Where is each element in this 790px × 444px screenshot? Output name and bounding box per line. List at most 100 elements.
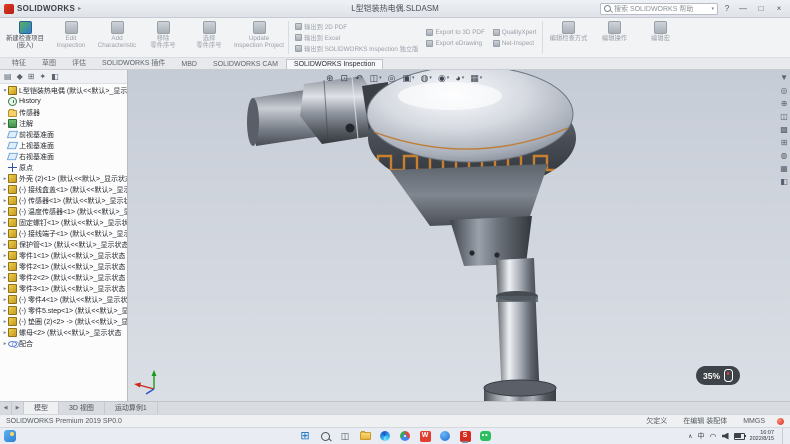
ribbon-button[interactable]: 移除 零件序号: [140, 19, 186, 56]
maximize-button[interactable]: □: [754, 4, 768, 13]
view-orientation-icon[interactable]: ▣ ▾: [403, 73, 415, 83]
section-view-icon[interactable]: ◫ ▾: [370, 73, 382, 83]
status-unit-system[interactable]: MMGS: [743, 418, 765, 425]
thermocouple-3d-model[interactable]: [128, 70, 789, 401]
measure-icon[interactable]: ▩: [780, 125, 788, 134]
tree-item[interactable]: ▸ 注解: [2, 118, 127, 129]
network-icon[interactable]: ◠: [710, 433, 717, 440]
scene-icon[interactable]: ▦ ▾: [470, 73, 482, 83]
graphics-viewport[interactable]: ⊕ ⊡ ↶ ◫ ▾ ◎ ▣: [128, 70, 790, 401]
scene-settings-icon[interactable]: ▦: [780, 164, 788, 173]
ime-indicator[interactable]: 中: [698, 431, 705, 441]
ribbon-button[interactable]: 编辑检查方式: [545, 19, 591, 56]
display-style-icon[interactable]: ◍ ▾: [421, 73, 432, 83]
ribbon-small-button[interactable]: 输出到 SOLIDWORKS Inspection 独立版: [295, 44, 418, 54]
dimxpert-tab-icon[interactable]: ✦: [39, 72, 46, 82]
show-desktop-button[interactable]: [782, 428, 786, 444]
qq-icon[interactable]: [438, 429, 452, 443]
displaymanager-tab-icon[interactable]: ◧: [51, 72, 59, 82]
search-icon[interactable]: [318, 429, 332, 443]
wechat-icon[interactable]: [478, 429, 492, 443]
ribbon-tab[interactable]: 草图: [34, 56, 64, 69]
minimize-button[interactable]: —: [736, 4, 750, 13]
ribbon-button[interactable]: 编辑操作: [591, 19, 637, 56]
clock[interactable]: 16:07 2022/8/15: [750, 430, 774, 443]
tree-item[interactable]: ▸ (-) 温度传感器<1> (默认<<默认>_显: [2, 206, 127, 217]
tree-item[interactable]: ▸ 外壳 (2)<1> (默认<<默认>_显示状态: [2, 173, 127, 184]
tab-scroll-right-icon[interactable]: ▶: [12, 402, 24, 414]
ribbon-button[interactable]: Update Inspection Project: [232, 19, 286, 56]
file-explorer-icon[interactable]: [358, 429, 372, 443]
ribbon-button[interactable]: Edit Inspection: [48, 19, 94, 56]
featuremanager-tab-icon[interactable]: ▤: [4, 72, 12, 82]
tree-item[interactable]: ▸ 零件1<1> (默认<<默认>_显示状态: [2, 250, 127, 261]
tree-item[interactable]: ▸ 配合: [2, 338, 127, 349]
tree-item[interactable]: ▸ 零件3<1> (默认<<默认>_显示状态: [2, 283, 127, 294]
configurationmanager-tab-icon[interactable]: ⊞: [28, 72, 35, 82]
tree-item[interactable]: ▸ (-) 接线盒盖<1> (默认<<默认>_显示: [2, 184, 127, 195]
zoom-area-icon[interactable]: ⊡: [341, 73, 350, 83]
edge-icon[interactable]: [378, 429, 392, 443]
document-tab[interactable]: 模型: [24, 402, 59, 414]
hide-show-items-icon[interactable]: ◉ ▾: [438, 73, 449, 83]
ribbon-button[interactable]: 编辑宏: [637, 19, 683, 56]
start-button[interactable]: ⊞: [298, 429, 312, 443]
ribbon-small-button[interactable]: Net-Inspect: [493, 38, 537, 48]
widgets-icon[interactable]: [4, 430, 16, 442]
edit-appearance-icon[interactable]: ◕ ▾: [455, 73, 464, 83]
tree-item[interactable]: 原点: [2, 162, 127, 173]
tree-item[interactable]: History: [2, 96, 127, 107]
ribbon-button[interactable]: Add Characteristic: [94, 19, 140, 56]
wps-icon[interactable]: W: [418, 429, 432, 443]
tree-item[interactable]: ▸ (-) 垫圈 (2)<2> -> (默认<<默认>_显: [2, 316, 127, 327]
filter-tree-icon[interactable]: ▼: [780, 73, 788, 82]
status-tag-icon[interactable]: [777, 418, 784, 425]
zoom-fit-icon[interactable]: ⊕: [326, 73, 335, 83]
tree-item[interactable]: ▸ 零件2<1> (默认<<默认>_显示状态: [2, 261, 127, 272]
ribbon-small-button[interactable]: 输出到 2D PDF: [295, 22, 418, 32]
ribbon-small-button[interactable]: 输出到 Excel: [295, 33, 418, 43]
tree-item[interactable]: 前视基准面: [2, 129, 127, 140]
help-search-input[interactable]: 搜索 SOLIDWORKS 帮助 ▾: [600, 3, 718, 15]
ribbon-tab[interactable]: MBD: [173, 59, 205, 69]
tree-item[interactable]: 传感器: [2, 107, 127, 118]
tree-item[interactable]: ▸ (-) 接线端子<1> (默认<<默认>_显示: [2, 228, 127, 239]
tree-item[interactable]: ▸ 螺母<2> (默认<<默认>_显示状态: [2, 327, 127, 338]
tree-item[interactable]: 上视基准面: [2, 140, 127, 151]
tree-item[interactable]: ▸ 零件2<2> (默认<<默认>_显示状态: [2, 272, 127, 283]
annotation-visibility-icon[interactable]: ◎: [388, 73, 397, 83]
ribbon-tab[interactable]: SOLIDWORKS Inspection: [286, 59, 383, 69]
ribbon-tab[interactable]: 评估: [64, 56, 94, 69]
ribbon-button[interactable]: 选择 零件序号: [186, 19, 232, 56]
previous-view-icon[interactable]: ↶: [355, 73, 364, 83]
ribbon-button[interactable]: 新建检查项目 (嵌入): [2, 19, 48, 56]
volume-icon[interactable]: [722, 433, 729, 440]
ribbon-small-button[interactable]: QualityXpert: [493, 27, 537, 37]
ribbon-tab[interactable]: 特征: [4, 56, 34, 69]
zoom-tools-icon[interactable]: ⊕: [781, 99, 788, 108]
ribbon-small-button[interactable]: Export eDrawing: [426, 38, 484, 48]
tree-item[interactable]: ▸ (-) 零件5.step<1> (默认<<默认>_显: [2, 305, 127, 316]
tree-item[interactable]: ▸ 保护管<1> (默认<<默认>_显示状态: [2, 239, 127, 250]
tree-item[interactable]: ▸ (-) 传感器<1> (默认<<默认>_显示状: [2, 195, 127, 206]
close-button[interactable]: ×: [772, 4, 786, 13]
battery-icon[interactable]: [734, 433, 745, 440]
mass-properties-icon[interactable]: ⊞: [781, 138, 788, 147]
appearance-icon[interactable]: ◍: [781, 151, 788, 160]
help-button[interactable]: ?: [722, 4, 732, 13]
solidworks-icon[interactable]: S: [458, 429, 472, 443]
tree-root-item[interactable]: ▾ L型铠装热电偶 (默认<<默认>_显示状态-1>: [2, 85, 127, 96]
ribbon-tab[interactable]: SOLIDWORKS CAM: [205, 59, 286, 69]
task-view-icon[interactable]: ◫: [338, 429, 352, 443]
tray-expand-icon[interactable]: ∧: [688, 433, 692, 440]
propertymanager-tab-icon[interactable]: ◆: [17, 72, 23, 82]
document-tab[interactable]: 运动算例1: [105, 402, 158, 414]
chrome-icon[interactable]: [398, 429, 412, 443]
tab-scroll-left-icon[interactable]: ◀: [0, 402, 12, 414]
camera-views-icon[interactable]: ◎: [781, 86, 788, 95]
tree-item[interactable]: 右视基准面: [2, 151, 127, 162]
section-tools-icon[interactable]: ◫: [780, 112, 788, 121]
search-caret-icon[interactable]: ▾: [711, 6, 714, 12]
ribbon-small-button[interactable]: Export to 3D PDF: [426, 27, 484, 37]
tree-item[interactable]: ▸ (-) 零件4<1> (默认<<默认>_显示状: [2, 294, 127, 305]
